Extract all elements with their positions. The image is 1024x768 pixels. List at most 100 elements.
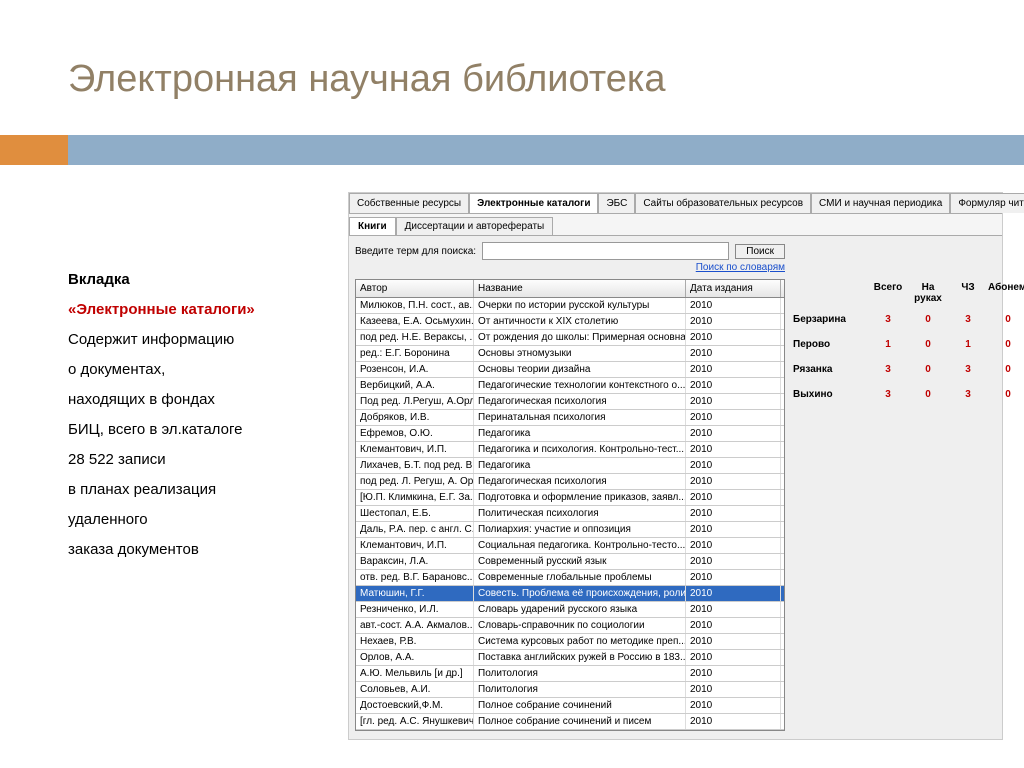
stats-value: 3 <box>948 389 988 400</box>
table-row[interactable]: Вараксин, Л.А.Современный русский язык20… <box>356 554 784 570</box>
cell-author: Соловьев, А.И. <box>356 682 474 697</box>
cell-author: Клемантович, И.П. <box>356 442 474 457</box>
table-row[interactable]: Соловьев, А.И.Политология2010 <box>356 682 784 698</box>
primary-tab[interactable]: Собственные ресурсы <box>349 193 469 213</box>
table-row[interactable]: Лихачев, Б.Т. под ред. В...Педагогика201… <box>356 458 784 474</box>
cell-author: Вербицкий, А.А. <box>356 378 474 393</box>
cell-date: 2010 <box>686 602 781 617</box>
table-row[interactable]: Вербицкий, А.А.Педагогические технологии… <box>356 378 784 394</box>
search-button[interactable]: Поиск <box>735 244 785 259</box>
col-title[interactable]: Название <box>474 280 686 297</box>
primary-tab[interactable]: Сайты образовательных ресурсов <box>635 193 811 213</box>
table-row[interactable]: Под ред. Л.Регуш, А.Орл...Педагогическая… <box>356 394 784 410</box>
stats-location: Рязанка <box>793 364 868 375</box>
cell-title: Словарь-справочник по социологии <box>474 618 686 633</box>
table-row[interactable]: Орлов, А.А.Поставка английских ружей в Р… <box>356 650 784 666</box>
stats-value: 0 <box>988 339 1024 350</box>
page-title: Электронная научная библиотека <box>68 58 666 101</box>
cell-title: Современные глобальные проблемы <box>474 570 686 585</box>
stats-value: 3 <box>948 314 988 325</box>
cell-title: Очерки по истории русской культуры <box>474 298 686 313</box>
table-row[interactable]: под ред. Н.Е. Вераксы, ...От рождения до… <box>356 330 784 346</box>
cell-title: Основы теории дизайна <box>474 362 686 377</box>
results-grid: Автор Название Дата издания Милюков, П.Н… <box>355 279 785 731</box>
primary-tab[interactable]: СМИ и научная периодика <box>811 193 950 213</box>
stats-value: 0 <box>908 364 948 375</box>
cell-title: От рождения до школы: Примерная основна.… <box>474 330 686 345</box>
stats-location: Берзарина <box>793 314 868 325</box>
table-row[interactable]: авт.-сост. А.А. Акмалов...Словарь-справо… <box>356 618 784 634</box>
primary-tab[interactable]: ЭБС <box>598 193 635 213</box>
cell-title: Политическая психология <box>474 506 686 521</box>
table-row[interactable]: Добряков, И.В.Перинатальная психология20… <box>356 410 784 426</box>
table-row[interactable]: ред.: Е.Г. БоронинаОсновы этномузыки2010 <box>356 346 784 362</box>
table-row[interactable]: Даль, Р.А. пер. с англ. С....Полиархия: … <box>356 522 784 538</box>
table-row[interactable]: Матюшин, Г.Г.Совесть. Проблема её происх… <box>356 586 784 602</box>
desc-line: в планах реализация <box>68 475 328 505</box>
search-input[interactable] <box>482 242 729 260</box>
catalog-pane: Введите терм для поиска: Поиск Поиск по … <box>355 242 785 731</box>
grid-header: Автор Название Дата издания <box>356 280 784 298</box>
cell-date: 2010 <box>686 618 781 633</box>
dictionary-search-link[interactable]: Поиск по словарям <box>696 262 785 273</box>
secondary-tab[interactable]: Книги <box>349 217 396 235</box>
table-row[interactable]: Шестопал, Е.Б.Политическая психология201… <box>356 506 784 522</box>
cell-date: 2010 <box>686 554 781 569</box>
cell-title: Политология <box>474 682 686 697</box>
accent-square <box>0 135 68 165</box>
cell-title: Поставка английских ружей в Россию в 183… <box>474 650 686 665</box>
table-row[interactable]: Казеева, Е.А. Осьмухин...От античности к… <box>356 314 784 330</box>
cell-date: 2010 <box>686 650 781 665</box>
cell-title: Подготовка и оформление приказов, заявл.… <box>474 490 686 505</box>
cell-date: 2010 <box>686 506 781 521</box>
primary-tabs: Собственные ресурсыЭлектронные каталогиЭ… <box>349 193 1002 214</box>
cell-author: Нехаев, Р.В. <box>356 634 474 649</box>
cell-title: Полиархия: участие и оппозиция <box>474 522 686 537</box>
cell-author: Милюков, П.Н. сост., ав... <box>356 298 474 313</box>
cell-author: под ред. Н.Е. Вераксы, ... <box>356 330 474 345</box>
col-author[interactable]: Автор <box>356 280 474 297</box>
cell-title: Педагогические технологии контекстного о… <box>474 378 686 393</box>
table-row[interactable]: Милюков, П.Н. сост., ав...Очерки по исто… <box>356 298 784 314</box>
cell-author: Лихачев, Б.Т. под ред. В... <box>356 458 474 473</box>
cell-date: 2010 <box>686 666 781 681</box>
cell-author: Достоевский,Ф.М. <box>356 698 474 713</box>
cell-author: [гл. ред. А.С. Янушкевич... <box>356 714 474 729</box>
cell-date: 2010 <box>686 474 781 489</box>
table-row[interactable]: Клемантович, И.П.Педагогика и психология… <box>356 442 784 458</box>
table-row[interactable]: Ефремов, О.Ю.Педагогика2010 <box>356 426 784 442</box>
desc-tab-word: Вкладка <box>68 271 130 288</box>
primary-tab[interactable]: Формуляр читателя <box>950 193 1024 213</box>
table-row[interactable]: Нехаев, Р.В.Система курсовых работ по ме… <box>356 634 784 650</box>
cell-title: Современный русский язык <box>474 554 686 569</box>
col-date[interactable]: Дата издания <box>686 280 781 297</box>
stats-value: 0 <box>988 314 1024 325</box>
desc-line: БИЦ, всего в эл.каталоге <box>68 415 328 445</box>
cell-title: Основы этномузыки <box>474 346 686 361</box>
stats-header: Всего На руках ЧЗ Абонемент <box>793 282 1024 304</box>
table-row[interactable]: под ред. Л. Регуш, А. Ор...Педагогическа… <box>356 474 784 490</box>
table-row[interactable]: отв. ред. В.Г. Барановс...Современные гл… <box>356 570 784 586</box>
cell-author: авт.-сост. А.А. Акмалов... <box>356 618 474 633</box>
table-row[interactable]: А.Ю. Мельвиль [и др.]Политология2010 <box>356 666 784 682</box>
cell-author: Матюшин, Г.Г. <box>356 586 474 601</box>
table-row[interactable]: Розенсон, И.А.Основы теории дизайна2010 <box>356 362 784 378</box>
stats-col-total: Всего <box>868 282 908 304</box>
table-row[interactable]: Клемантович, И.П.Социальная педагогика. … <box>356 538 784 554</box>
stats-value: 1 <box>948 339 988 350</box>
cell-date: 2010 <box>686 330 781 345</box>
cell-title: Педагогическая психология <box>474 474 686 489</box>
cell-title: Педагогика <box>474 426 686 441</box>
stats-location: Выхино <box>793 389 868 400</box>
cell-date: 2010 <box>686 522 781 537</box>
secondary-tab[interactable]: Диссертации и авторефераты <box>396 217 554 235</box>
table-row[interactable]: [Ю.П. Климкина, Е.Г. За...Подготовка и о… <box>356 490 784 506</box>
table-row[interactable]: Резниченко, И.Л.Словарь ударений русског… <box>356 602 784 618</box>
stats-value: 3 <box>868 389 908 400</box>
table-row[interactable]: Достоевский,Ф.М.Полное собрание сочинени… <box>356 698 784 714</box>
description-block: Вкладка «Электронные каталоги» Содержит … <box>68 265 328 565</box>
table-row[interactable]: [гл. ред. А.С. Янушкевич...Полное собран… <box>356 714 784 730</box>
cell-date: 2010 <box>686 698 781 713</box>
primary-tab[interactable]: Электронные каталоги <box>469 193 598 213</box>
cell-date: 2010 <box>686 714 781 729</box>
